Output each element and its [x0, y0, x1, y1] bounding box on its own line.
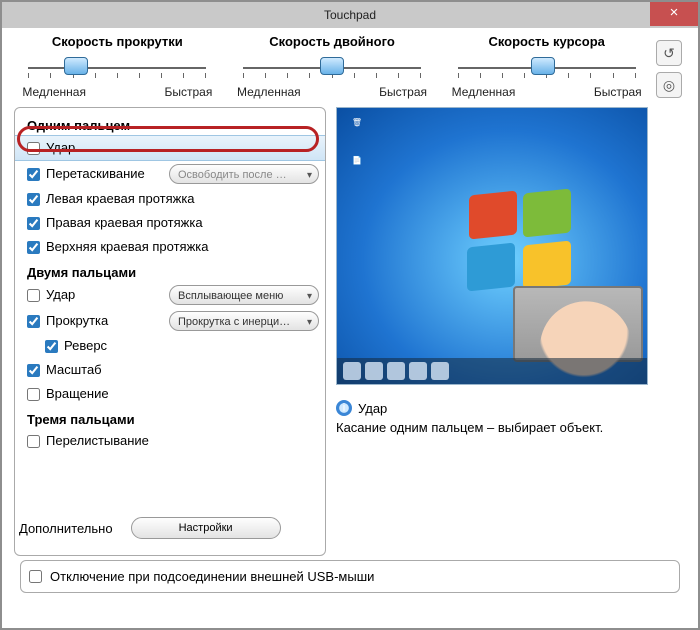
item-flick[interactable]: Перелистывание — [15, 429, 325, 453]
preview-panel: 🗑 📄 i Удар — [336, 107, 686, 556]
close-button[interactable]: × — [650, 2, 698, 26]
slider-cursor: Скорость курсора Медленная Быстрая — [441, 34, 652, 99]
checkbox-twotap[interactable] — [27, 289, 40, 302]
desktop-icon: 🗑 — [343, 118, 371, 127]
close-icon: × — [670, 4, 679, 21]
taskbar-graphic — [337, 358, 647, 384]
task-icon — [409, 362, 427, 380]
slider-cursor-track[interactable] — [452, 53, 642, 83]
undo-icon: ↺ — [663, 45, 675, 61]
label-scroll: Прокрутка — [46, 312, 108, 330]
label-disable-on-mouse: Отключение при подсоединении внешней USB… — [50, 569, 374, 584]
slider-scroll: Скорость прокрутки Медленная Быстрая — [12, 34, 223, 99]
item-scroll[interactable]: Прокрутка Прокрутка с инерци… — [15, 308, 325, 334]
bottom-row: Отключение при подсоединении внешней USB… — [2, 560, 698, 593]
info-title: Удар — [358, 401, 387, 416]
slider-scroll-min: Медленная — [22, 85, 86, 99]
label-left-edge: Левая краевая протяжка — [46, 190, 195, 208]
info-block: i Удар Касание одним пальцем – выбирает … — [336, 399, 686, 435]
label-top-edge: Верхняя краевая протяжка — [46, 238, 208, 256]
checkbox-scroll[interactable] — [27, 315, 40, 328]
slider-cursor-min: Медленная — [452, 85, 516, 99]
slider-cursor-label: Скорость курсора — [441, 34, 652, 49]
slider-double-thumb[interactable] — [320, 57, 344, 75]
slider-cursor-thumb[interactable] — [531, 57, 555, 75]
label-drag: Перетаскивание — [46, 165, 145, 183]
label-flick: Перелистывание — [46, 432, 149, 450]
checkbox-right-edge[interactable] — [27, 217, 40, 230]
target-button[interactable]: ◎ — [656, 72, 682, 98]
settings-button[interactable]: Настройки — [131, 517, 281, 539]
dropdown-scroll[interactable]: Прокрутка с инерци… — [169, 311, 319, 331]
desktop-icon: 📄 — [343, 156, 371, 165]
slider-double-max: Быстрая — [379, 85, 427, 99]
slider-scroll-label: Скорость прокрутки — [12, 34, 223, 49]
windows-logo-icon — [467, 191, 587, 301]
item-reverse[interactable]: Реверс — [15, 334, 325, 358]
label-rotate: Вращение — [46, 385, 109, 403]
disable-on-mouse-row[interactable]: Отключение при подсоединении внешней USB… — [20, 560, 680, 593]
item-right-edge[interactable]: Правая краевая протяжка — [15, 211, 325, 235]
section-two-finger: Двумя пальцами — [15, 259, 325, 282]
task-icon — [387, 362, 405, 380]
dropdown-drag[interactable]: Освободить после … — [169, 164, 319, 184]
item-tap[interactable]: Удар — [15, 135, 325, 161]
label-zoom: Масштаб — [46, 361, 102, 379]
label-reverse: Реверс — [64, 337, 107, 355]
titlebar: Touchpad × — [2, 2, 698, 28]
item-rotate[interactable]: Вращение — [15, 382, 325, 406]
label-twotap: Удар — [46, 286, 75, 304]
section-one-finger: Одним пальцем — [15, 112, 325, 135]
item-zoom[interactable]: Масштаб — [15, 358, 325, 382]
item-drag[interactable]: Перетаскивание Освободить после … — [15, 161, 325, 187]
start-icon — [343, 362, 361, 380]
slider-double: Скорость двойного Медленная Быстрая — [227, 34, 438, 99]
task-icon — [431, 362, 449, 380]
dropdown-twotap[interactable]: Всплывающее меню — [169, 285, 319, 305]
slider-cursor-max: Быстрая — [594, 85, 642, 99]
slider-scroll-track[interactable] — [22, 53, 212, 83]
gesture-preview: 🗑 📄 — [336, 107, 648, 385]
window-title: Touchpad — [324, 8, 376, 22]
advanced-label: Дополнительно — [19, 521, 113, 536]
target-icon: ◎ — [663, 77, 675, 93]
item-top-edge[interactable]: Верхняя краевая протяжка — [15, 235, 325, 259]
label-tap: Удар — [46, 139, 75, 157]
checkbox-reverse[interactable] — [45, 340, 58, 353]
checkbox-rotate[interactable] — [27, 388, 40, 401]
right-buttons: ↺ ◎ — [656, 34, 688, 99]
checkbox-left-edge[interactable] — [27, 193, 40, 206]
section-three-finger: Тремя пальцами — [15, 406, 325, 429]
slider-scroll-thumb[interactable] — [64, 57, 88, 75]
label-right-edge: Правая краевая протяжка — [46, 214, 203, 232]
undo-button[interactable]: ↺ — [656, 40, 682, 66]
task-icon — [365, 362, 383, 380]
checkbox-zoom[interactable] — [27, 364, 40, 377]
info-icon: i — [336, 400, 352, 416]
checkbox-flick[interactable] — [27, 435, 40, 448]
item-twotap[interactable]: Удар Всплывающее меню — [15, 282, 325, 308]
slider-double-min: Медленная — [237, 85, 301, 99]
slider-double-track[interactable] — [237, 53, 427, 83]
slider-double-label: Скорость двойного — [227, 34, 438, 49]
window: Touchpad × Скорость прокрутки Медленная … — [0, 0, 700, 630]
checkbox-top-edge[interactable] — [27, 241, 40, 254]
checkbox-drag[interactable] — [27, 168, 40, 181]
gesture-panel: Одним пальцем Удар Перетаскивание Освобо… — [14, 107, 326, 556]
checkbox-tap[interactable] — [27, 142, 40, 155]
advanced-row: Дополнительно Настройки — [19, 517, 321, 539]
item-left-edge[interactable]: Левая краевая протяжка — [15, 187, 325, 211]
main-row: Одним пальцем Удар Перетаскивание Освобо… — [2, 99, 698, 560]
info-text: Касание одним пальцем – выбирает объект. — [336, 420, 686, 435]
checkbox-disable-on-mouse[interactable] — [29, 570, 42, 583]
slider-scroll-max: Быстрая — [164, 85, 212, 99]
sliders-row: Скорость прокрутки Медленная Быстрая Ско… — [2, 28, 698, 99]
